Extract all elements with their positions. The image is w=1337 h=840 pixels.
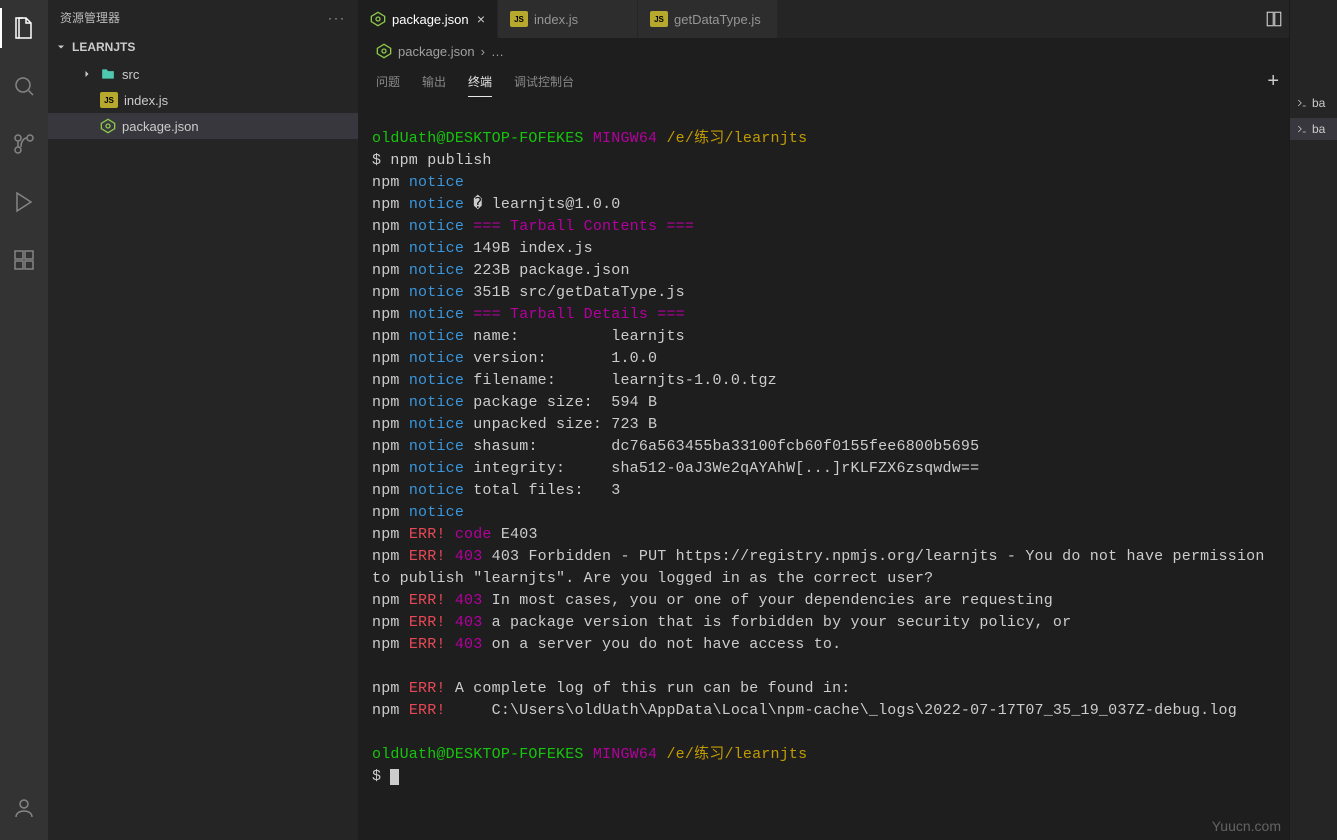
tree-label: src xyxy=(122,67,139,82)
close-icon[interactable]: × xyxy=(477,11,485,27)
tab-index-js[interactable]: JS index.js xyxy=(498,0,638,38)
activity-bar xyxy=(0,0,48,840)
main-area: package.json × JS index.js JS getDataTyp… xyxy=(358,0,1289,840)
js-file-icon: JS xyxy=(510,11,528,27)
compare-icon[interactable] xyxy=(1265,10,1283,28)
new-terminal-icon[interactable]: + xyxy=(1267,70,1279,93)
search-icon[interactable] xyxy=(0,66,48,106)
tree-label: package.json xyxy=(122,119,199,134)
workspace-header[interactable]: LEARNJTS xyxy=(48,35,358,59)
npm-file-icon xyxy=(370,11,386,27)
tab-label: package.json xyxy=(392,12,469,27)
sidebar: 资源管理器 ··· LEARNJTS src JS index.js packa… xyxy=(48,0,358,840)
terminal-label: ba xyxy=(1312,96,1325,110)
tab-package-json[interactable]: package.json × xyxy=(358,0,498,38)
npm-file-icon xyxy=(376,43,392,59)
panel-tab-problems[interactable]: 问题 xyxy=(376,67,400,96)
workspace-name: LEARNJTS xyxy=(72,40,135,54)
tab-getdatatype-js[interactable]: JS getDataType.js xyxy=(638,0,778,38)
terminal-output[interactable]: oldUath@DESKTOP-FOFEKES MINGW64 /e/练习/le… xyxy=(358,98,1289,840)
watermark: Yuucn.com xyxy=(1212,818,1281,834)
panel-tab-terminal[interactable]: 终端 xyxy=(468,67,492,97)
breadcrumb-more: … xyxy=(491,44,504,59)
panel-tabs: 问题 输出 终端 调试控制台 + xyxy=(358,64,1289,98)
file-tree: src JS index.js package.json xyxy=(48,59,358,139)
chevron-down-icon xyxy=(54,40,68,54)
breadcrumb-sep: › xyxy=(481,44,485,59)
sidebar-title-row: 资源管理器 ··· xyxy=(48,0,358,35)
js-file-icon: JS xyxy=(100,92,118,108)
npm-file-icon xyxy=(100,118,116,134)
account-icon[interactable] xyxy=(0,788,48,828)
panel-tab-output[interactable]: 输出 xyxy=(422,67,446,96)
terminal-label: ba xyxy=(1312,122,1325,136)
extensions-icon[interactable] xyxy=(0,240,48,280)
terminal-instance[interactable]: ba xyxy=(1290,92,1337,114)
folder-icon xyxy=(100,67,116,81)
explorer-icon[interactable] xyxy=(0,8,48,48)
tree-item-file[interactable]: package.json xyxy=(48,113,358,139)
js-file-icon: JS xyxy=(650,11,668,27)
breadcrumb-file: package.json xyxy=(398,44,475,59)
terminal-instance[interactable]: ba xyxy=(1290,118,1337,140)
terminal-side-list: ba ba xyxy=(1289,0,1337,840)
tree-item-file[interactable]: JS index.js xyxy=(48,87,358,113)
panel-tab-debug[interactable]: 调试控制台 xyxy=(514,67,574,96)
tree-label: index.js xyxy=(124,93,168,108)
editor-tabs: package.json × JS index.js JS getDataTyp… xyxy=(358,0,1289,38)
breadcrumb[interactable]: package.json › … xyxy=(358,38,1289,64)
sidebar-title: 资源管理器 xyxy=(60,9,120,26)
chevron-right-icon xyxy=(80,67,94,81)
more-icon[interactable]: ··· xyxy=(328,11,346,25)
tab-label: index.js xyxy=(534,12,578,27)
debug-icon[interactable] xyxy=(0,182,48,222)
source-control-icon[interactable] xyxy=(0,124,48,164)
tab-label: getDataType.js xyxy=(674,12,761,27)
tree-item-folder[interactable]: src xyxy=(48,61,358,87)
